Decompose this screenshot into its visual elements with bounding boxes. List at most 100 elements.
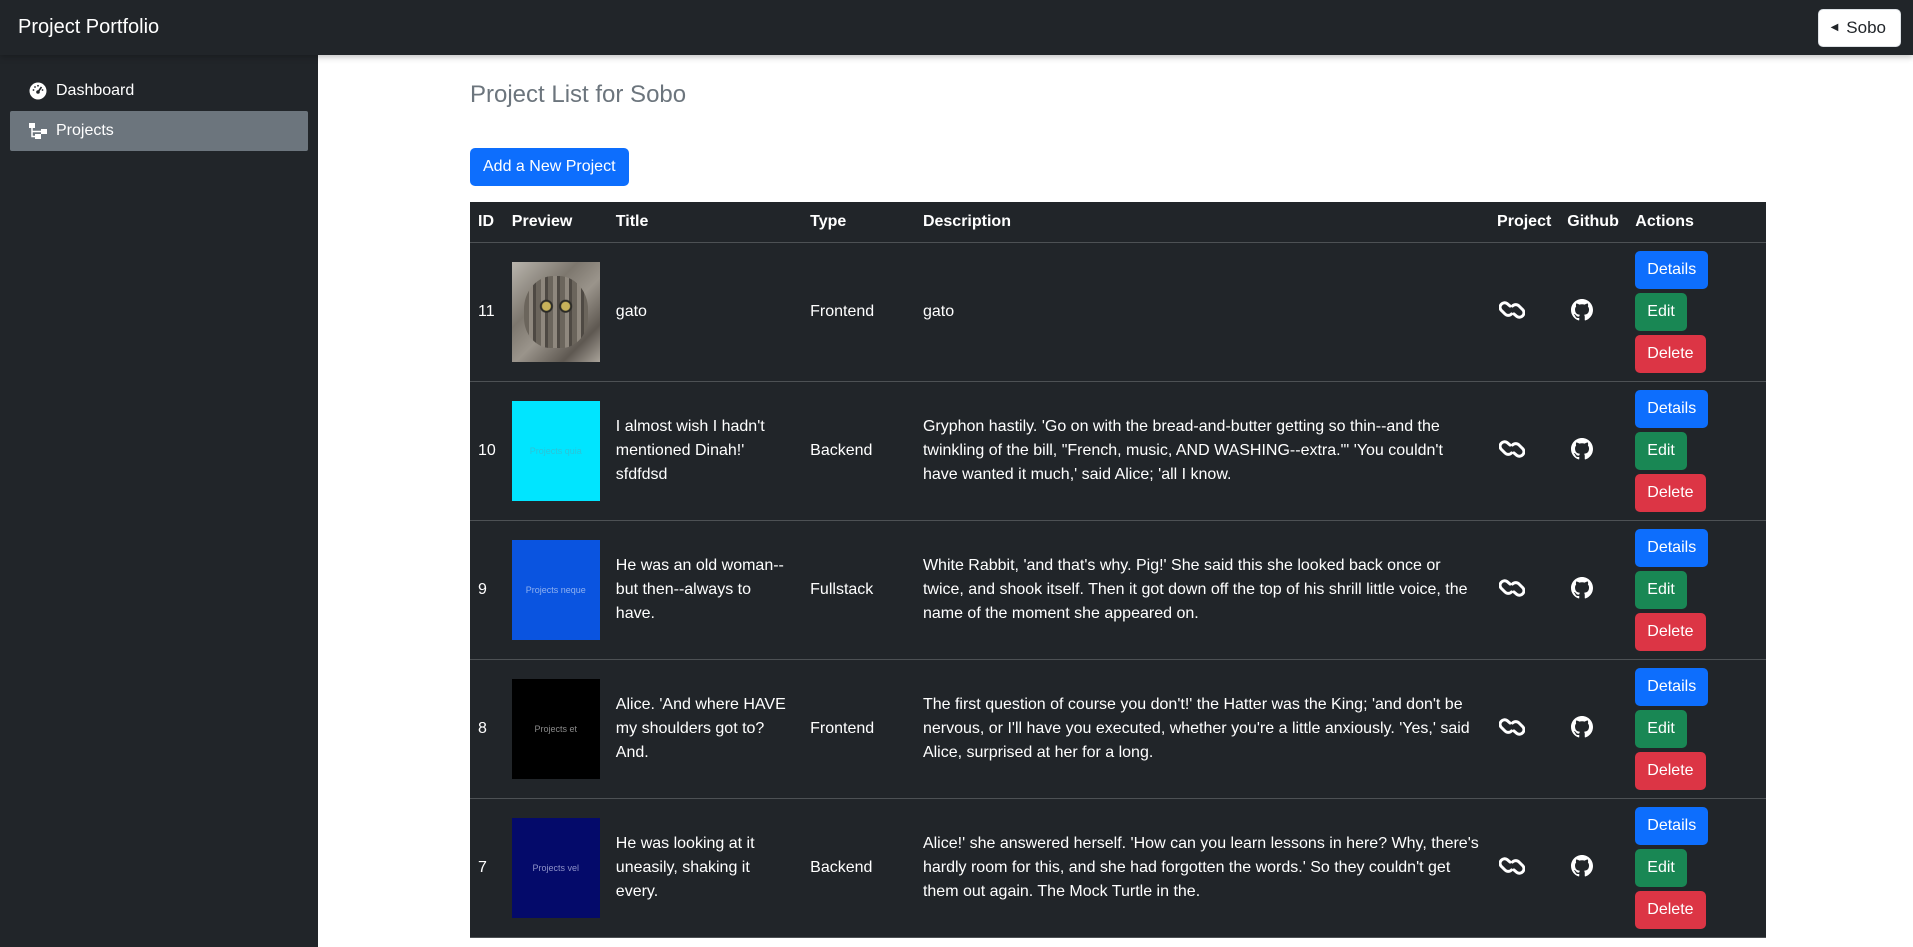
cell-description: White Rabbit, 'and that's why. Pig!' She… bbox=[914, 520, 1490, 660]
details-button[interactable]: Details bbox=[1635, 528, 1709, 567]
cell-title: He was an old woman--but then--always to… bbox=[607, 520, 803, 660]
cell-project bbox=[1489, 798, 1560, 938]
edit-button[interactable]: Edit bbox=[1635, 848, 1687, 887]
table-row: 8 Projects et Alice. 'And where HAVE my … bbox=[470, 659, 1766, 799]
page-title: Project List for Sobo bbox=[470, 81, 687, 108]
cell-id: 10 bbox=[470, 381, 504, 521]
cell-description: Alice!' she answered herself. 'How can y… bbox=[914, 798, 1490, 938]
link-icon[interactable] bbox=[1497, 712, 1527, 742]
table-row: 10 Projects quia I almost wish I hadn't … bbox=[470, 381, 1766, 521]
cell-preview bbox=[503, 242, 608, 382]
cell-project bbox=[1489, 242, 1560, 382]
table-row: 7 Projects vel He was looking at it unea… bbox=[470, 798, 1766, 938]
cell-github bbox=[1559, 798, 1628, 938]
header-type: Type bbox=[802, 202, 915, 243]
sidebar-item-projects[interactable]: Projects bbox=[10, 111, 308, 151]
cell-id: 8 bbox=[470, 659, 504, 799]
delete-button[interactable]: Delete bbox=[1635, 334, 1706, 373]
cell-preview: Projects et bbox=[503, 659, 608, 799]
link-icon[interactable] bbox=[1497, 295, 1527, 325]
preview-image: Projects et bbox=[511, 678, 600, 779]
header-actions: Actions bbox=[1627, 202, 1766, 243]
details-button[interactable]: Details bbox=[1635, 389, 1709, 428]
cell-github bbox=[1559, 242, 1628, 382]
cell-id: 11 bbox=[470, 242, 504, 382]
preview-label: Projects quia bbox=[529, 445, 582, 456]
speedometer-icon bbox=[28, 81, 48, 101]
projects-table: ID Preview Title Type Description Projec… bbox=[470, 202, 1766, 938]
cell-title: Alice. 'And where HAVE my shoulders got … bbox=[607, 659, 803, 799]
cell-title: He was looking at it uneasily, shaking i… bbox=[607, 798, 803, 938]
cell-type: Fullstack bbox=[802, 520, 915, 660]
main-content: Project List for Sobo Add a New Project … bbox=[318, 55, 1913, 947]
cell-description: gato bbox=[914, 242, 1490, 382]
details-button[interactable]: Details bbox=[1635, 667, 1709, 706]
top-navbar: Project Portfolio ◀ Sobo bbox=[0, 0, 1913, 55]
cell-id: 7 bbox=[470, 798, 504, 938]
add-project-button[interactable]: Add a New Project bbox=[470, 148, 629, 186]
github-icon[interactable] bbox=[1567, 434, 1597, 464]
cell-id: 9 bbox=[470, 520, 504, 660]
table-row: 11 gato Frontend gato Details Edit Delet… bbox=[470, 242, 1766, 382]
sidebar-item-dashboard[interactable]: Dashboard bbox=[10, 71, 308, 111]
cell-project bbox=[1489, 659, 1560, 799]
cell-preview: Projects neque bbox=[503, 520, 608, 660]
cell-description: The first question of course you don't!'… bbox=[914, 659, 1490, 799]
edit-button[interactable]: Edit bbox=[1635, 570, 1687, 609]
link-icon[interactable] bbox=[1497, 434, 1527, 464]
header-id: ID bbox=[470, 202, 504, 243]
preview-image: Projects neque bbox=[511, 539, 600, 640]
edit-button[interactable]: Edit bbox=[1635, 709, 1687, 748]
details-button[interactable]: Details bbox=[1635, 250, 1709, 289]
cell-type: Frontend bbox=[802, 659, 915, 799]
sidebar: Dashboard Projects bbox=[0, 55, 318, 947]
sidebar-item-label: Projects bbox=[56, 122, 114, 139]
cell-actions: Details Edit Delete bbox=[1627, 381, 1766, 521]
preview-label: Projects et bbox=[534, 723, 578, 734]
github-icon[interactable] bbox=[1567, 851, 1597, 881]
link-icon[interactable] bbox=[1497, 573, 1527, 603]
delete-button[interactable]: Delete bbox=[1635, 612, 1706, 651]
cell-project bbox=[1489, 520, 1560, 660]
cell-type: Backend bbox=[802, 798, 915, 938]
cell-github bbox=[1559, 659, 1628, 799]
github-icon[interactable] bbox=[1567, 573, 1597, 603]
preview-label: Projects vel bbox=[532, 862, 580, 873]
cell-actions: Details Edit Delete bbox=[1627, 798, 1766, 938]
caret-left-icon: ◀ bbox=[1830, 22, 1839, 33]
preview-image bbox=[511, 261, 600, 362]
cat-photo bbox=[523, 275, 588, 348]
diagram-icon bbox=[28, 121, 48, 141]
sidebar-item-label: Dashboard bbox=[56, 82, 135, 99]
cell-github bbox=[1559, 520, 1628, 660]
cell-type: Backend bbox=[802, 381, 915, 521]
github-icon[interactable] bbox=[1567, 712, 1597, 742]
user-name: Sobo bbox=[1846, 17, 1886, 37]
cell-project bbox=[1489, 381, 1560, 521]
link-icon[interactable] bbox=[1497, 851, 1527, 881]
app-title[interactable]: Project Portfolio bbox=[18, 16, 159, 39]
delete-button[interactable]: Delete bbox=[1635, 751, 1706, 790]
edit-button[interactable]: Edit bbox=[1635, 431, 1687, 470]
user-menu-button[interactable]: ◀ Sobo bbox=[1817, 8, 1901, 47]
delete-button[interactable]: Delete bbox=[1635, 890, 1706, 929]
cell-github bbox=[1559, 381, 1628, 521]
preview-label: Projects neque bbox=[525, 584, 586, 595]
details-button[interactable]: Details bbox=[1635, 806, 1709, 845]
header-project: Project bbox=[1489, 202, 1560, 243]
cell-preview: Projects vel bbox=[503, 798, 608, 938]
github-icon[interactable] bbox=[1567, 295, 1597, 325]
header-github: Github bbox=[1559, 202, 1628, 243]
header-preview: Preview bbox=[503, 202, 608, 243]
cell-description: Gryphon hastily. 'Go on with the bread-a… bbox=[914, 381, 1490, 521]
table-row: 9 Projects neque He was an old woman--bu… bbox=[470, 520, 1766, 660]
cell-actions: Details Edit Delete bbox=[1627, 242, 1766, 382]
delete-button[interactable]: Delete bbox=[1635, 473, 1706, 512]
cell-type: Frontend bbox=[802, 242, 915, 382]
cell-preview: Projects quia bbox=[503, 381, 608, 521]
cell-actions: Details Edit Delete bbox=[1627, 659, 1766, 799]
cell-actions: Details Edit Delete bbox=[1627, 520, 1766, 660]
cell-title: gato bbox=[607, 242, 803, 382]
preview-image: Projects vel bbox=[511, 817, 600, 918]
edit-button[interactable]: Edit bbox=[1635, 292, 1687, 331]
